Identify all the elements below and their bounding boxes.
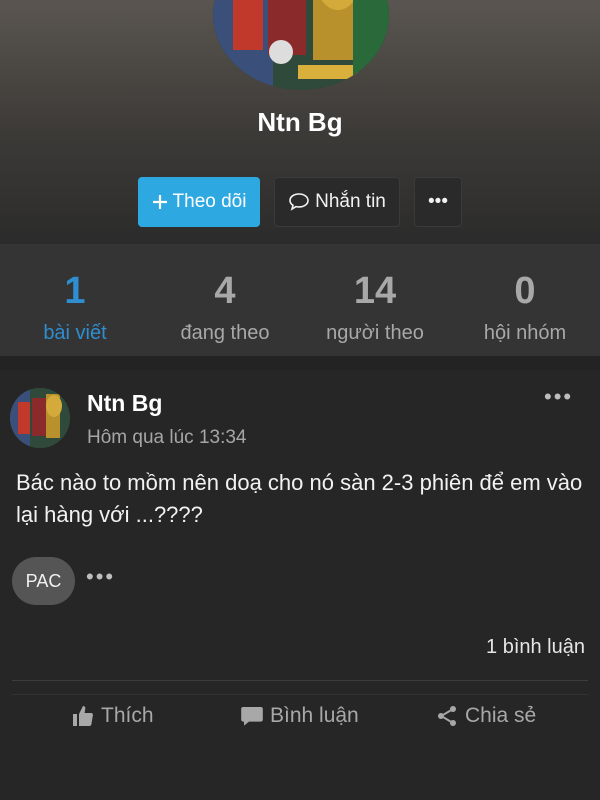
- plus-icon: [152, 194, 168, 210]
- divider: [12, 680, 588, 681]
- profile-stats: 1 bài viết 4 đang theo 14 người theo 0 h…: [0, 244, 600, 356]
- stat-number: 4: [214, 270, 236, 312]
- profile-name: Ntn Bg: [257, 107, 343, 137]
- profile-header: Ntn Bg Theo dõi Nhắn tin •••: [0, 0, 600, 244]
- stat-followers[interactable]: 14 người theo: [300, 244, 450, 356]
- stat-number: 0: [514, 270, 536, 312]
- follow-button-label: Theo dõi: [172, 191, 247, 212]
- post-actions: Thích Bình luận Chia sẻ: [0, 704, 600, 746]
- share-icon: [435, 704, 459, 728]
- post-author-avatar[interactable]: [10, 388, 70, 448]
- share-label: Chia sẻ: [465, 704, 537, 727]
- like-button[interactable]: Thích: [71, 704, 154, 728]
- stat-label: hội nhóm: [483, 322, 567, 344]
- stat-groups[interactable]: 0 hội nhóm: [450, 244, 600, 356]
- post-timestamp: Hôm qua lúc 13:34: [87, 427, 247, 448]
- stat-number: 1: [64, 270, 86, 312]
- profile-actions: Theo dõi Nhắn tin •••: [0, 177, 600, 229]
- like-label: Thích: [101, 704, 154, 727]
- stat-following[interactable]: 4 đang theo: [150, 244, 300, 356]
- more-options-label: •••: [428, 191, 448, 212]
- stat-label: bài viết: [43, 322, 107, 344]
- follow-button[interactable]: Theo dõi: [138, 177, 260, 227]
- post-card: Ntn Bg Hôm qua lúc 13:34 ••• Bác nào to …: [0, 370, 600, 800]
- thumbs-up-icon: [71, 705, 95, 727]
- tag-more-button[interactable]: •••: [86, 564, 115, 590]
- post-content: Bác nào to mồm nên doạ cho nó sàn 2-3 ph…: [16, 470, 583, 527]
- stat-posts[interactable]: 1 bài viết: [0, 244, 150, 356]
- stat-number: 14: [353, 270, 397, 312]
- post-author-name[interactable]: Ntn Bg: [87, 390, 162, 417]
- comment-button[interactable]: Bình luận: [240, 704, 359, 728]
- stock-tag[interactable]: PAC: [12, 557, 75, 605]
- comment-count[interactable]: 1 bình luận: [486, 636, 585, 659]
- more-options-button[interactable]: •••: [414, 177, 462, 227]
- chat-bubble-icon: [288, 192, 310, 212]
- divider: [12, 694, 588, 695]
- post-menu-button[interactable]: •••: [544, 384, 573, 410]
- stat-label: đang theo: [180, 322, 270, 344]
- message-button-label: Nhắn tin: [315, 191, 386, 212]
- comment-label: Bình luận: [270, 704, 359, 727]
- share-button[interactable]: Chia sẻ: [435, 704, 536, 728]
- message-button[interactable]: Nhắn tin: [274, 177, 400, 227]
- stat-label: người theo: [326, 322, 424, 344]
- profile-avatar[interactable]: [213, 0, 389, 90]
- comment-icon: [240, 705, 264, 727]
